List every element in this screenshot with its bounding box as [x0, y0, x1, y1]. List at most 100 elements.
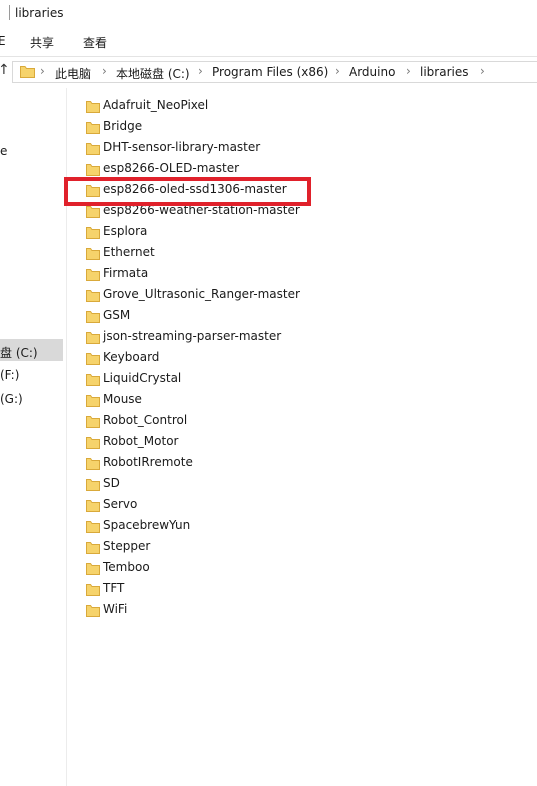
- breadcrumb-this-pc[interactable]: 此电脑: [55, 65, 91, 82]
- file-list-item[interactable]: Robot_Motor: [86, 432, 346, 453]
- file-list-item[interactable]: RobotIRremote: [86, 453, 346, 474]
- file-name: Esplora: [103, 224, 148, 238]
- file-list-item[interactable]: WiFi: [86, 600, 346, 621]
- file-name: DHT-sensor-library-master: [103, 140, 261, 154]
- folder-icon: [86, 437, 100, 449]
- file-list-item[interactable]: json-streaming-parser-master: [86, 327, 346, 348]
- file-list-item[interactable]: Servo: [86, 495, 346, 516]
- file-list-item[interactable]: Firmata: [86, 264, 346, 285]
- file-list-item[interactable]: Keyboard: [86, 348, 346, 369]
- file-list-item[interactable]: DHT-sensor-library-master: [86, 138, 346, 159]
- folder-icon: [86, 584, 100, 596]
- folder-icon: [86, 311, 100, 323]
- file-list-item[interactable]: Temboo: [86, 558, 346, 579]
- chevron-right-icon[interactable]: ›: [40, 64, 45, 78]
- file-name: Stepper: [103, 539, 151, 553]
- up-arrow-icon[interactable]: ↑: [0, 62, 10, 78]
- folder-icon: [86, 122, 100, 134]
- tab-share[interactable]: 共享: [30, 34, 54, 51]
- file-list-item[interactable]: Ethernet: [86, 243, 346, 264]
- ribbon-tab-partial[interactable]: E: [0, 34, 6, 48]
- chevron-right-icon[interactable]: ›: [406, 64, 411, 78]
- chevron-right-icon[interactable]: ›: [102, 64, 107, 78]
- file-name: Grove_Ultrasonic_Ranger-master: [103, 287, 300, 301]
- file-list-item[interactable]: esp8266-OLED-master: [86, 159, 346, 180]
- file-name: WiFi: [103, 602, 128, 616]
- folder-icon: [86, 479, 100, 491]
- folder-icon: [86, 521, 100, 533]
- folder-icon: [86, 374, 100, 386]
- folder-icon: [86, 563, 100, 575]
- file-name: json-streaming-parser-master: [103, 329, 282, 343]
- file-name: GSM: [103, 308, 131, 322]
- title-bar: libraries: [0, 0, 537, 28]
- nav-item-drive-c[interactable]: 盘 (C:): [0, 344, 38, 361]
- file-name: Bridge: [103, 119, 143, 133]
- file-list-item[interactable]: Adafruit_NeoPixel: [86, 96, 346, 117]
- nav-item-drive-g[interactable]: (G:): [0, 392, 23, 406]
- file-name: SpacebrewYun: [103, 518, 191, 532]
- chevron-right-icon[interactable]: ›: [480, 64, 485, 78]
- nav-item-partial[interactable]: e: [0, 144, 7, 158]
- breadcrumb-local-disk[interactable]: 本地磁盘 (C:): [116, 65, 190, 82]
- folder-icon: [86, 353, 100, 365]
- file-name: Ethernet: [103, 245, 155, 259]
- file-name: esp8266-weather-station-master: [103, 203, 300, 217]
- breadcrumb-libraries[interactable]: libraries: [420, 65, 468, 79]
- file-list-item[interactable]: Bridge: [86, 117, 346, 138]
- folder-icon: [86, 227, 100, 239]
- file-name: Adafruit_NeoPixel: [103, 98, 209, 112]
- window-title: libraries: [15, 6, 64, 20]
- file-name: SD: [103, 476, 120, 490]
- folder-icon: [86, 416, 100, 428]
- file-name: TFT: [103, 581, 125, 595]
- file-list-item[interactable]: Robot_Control: [86, 411, 346, 432]
- file-list-item[interactable]: Mouse: [86, 390, 346, 411]
- file-name: RobotIRremote: [103, 455, 193, 469]
- file-list-item[interactable]: SD: [86, 474, 346, 495]
- folder-icon: [86, 542, 100, 554]
- file-name: Firmata: [103, 266, 149, 280]
- file-name: LiquidCrystal: [103, 371, 182, 385]
- file-name: Keyboard: [103, 350, 160, 364]
- nav-item-drive-f[interactable]: (F:): [0, 368, 19, 382]
- file-list-item[interactable]: esp8266-weather-station-master: [86, 201, 346, 222]
- folder-icon: [86, 290, 100, 302]
- file-name: esp8266-oled-ssd1306-master: [103, 182, 287, 196]
- folder-icon: [86, 269, 100, 281]
- folder-icon: [86, 143, 100, 155]
- folder-icon: [86, 605, 100, 617]
- file-name: Mouse: [103, 392, 142, 406]
- file-list-item[interactable]: Esplora: [86, 222, 346, 243]
- file-list-item[interactable]: TFT: [86, 579, 346, 600]
- file-list-item[interactable]: GSM: [86, 306, 346, 327]
- folder-icon: [86, 395, 100, 407]
- title-separator: [9, 5, 10, 20]
- breadcrumb-program-files[interactable]: Program Files (x86): [212, 65, 328, 79]
- file-name: Robot_Control: [103, 413, 188, 427]
- breadcrumb-arduino[interactable]: Arduino: [349, 65, 395, 79]
- file-list-item[interactable]: esp8266-oled-ssd1306-master: [86, 180, 346, 201]
- folder-icon: [20, 66, 35, 78]
- file-list-item[interactable]: SpacebrewYun: [86, 516, 346, 537]
- tab-view[interactable]: 查看: [83, 34, 107, 51]
- file-name: Servo: [103, 497, 138, 511]
- file-name: Temboo: [103, 560, 150, 574]
- ribbon: E 共享 查看: [0, 28, 537, 57]
- file-name: Robot_Motor: [103, 434, 179, 448]
- folder-icon: [86, 206, 100, 218]
- folder-icon: [86, 500, 100, 512]
- folder-icon: [86, 248, 100, 260]
- file-list-item[interactable]: Stepper: [86, 537, 346, 558]
- chevron-right-icon[interactable]: ›: [198, 64, 203, 78]
- file-list-item[interactable]: Grove_Ultrasonic_Ranger-master: [86, 285, 346, 306]
- address-bar[interactable]: › 此电脑 › 本地磁盘 (C:) › Program Files (x86) …: [12, 61, 537, 83]
- file-list-item[interactable]: LiquidCrystal: [86, 369, 346, 390]
- folder-icon: [86, 332, 100, 344]
- file-name: esp8266-OLED-master: [103, 161, 240, 175]
- navigation-pane: e 盘 (C:) (F:) (G:): [0, 88, 67, 786]
- folder-icon: [86, 185, 100, 197]
- folder-icon: [86, 101, 100, 113]
- folder-icon: [86, 164, 100, 176]
- chevron-right-icon[interactable]: ›: [335, 64, 340, 78]
